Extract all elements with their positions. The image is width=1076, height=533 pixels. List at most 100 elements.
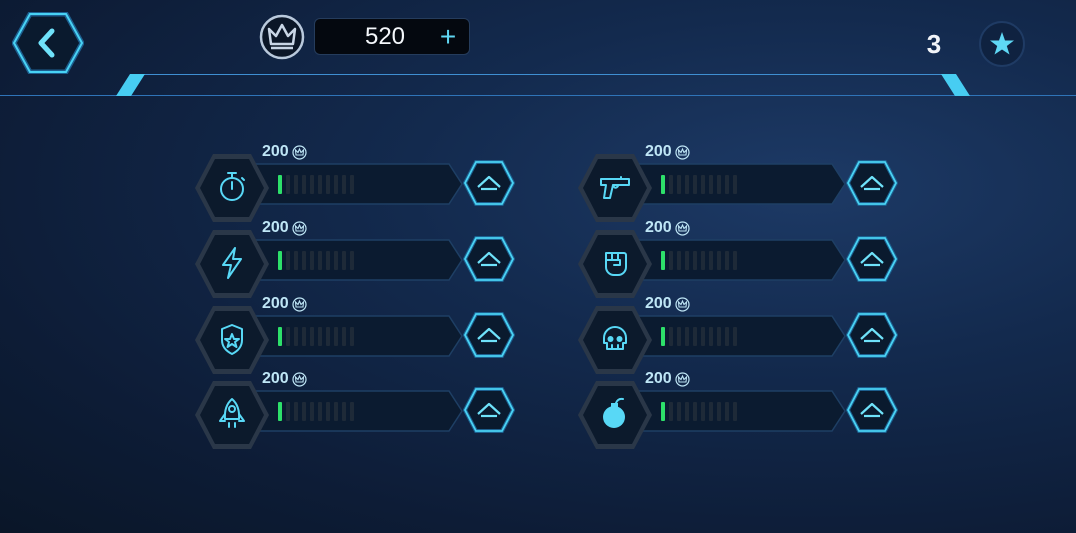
back-button[interactable] [12, 12, 84, 74]
cost-value: 200 [645, 143, 672, 160]
level-segment [334, 175, 338, 194]
level-segment [278, 175, 282, 194]
level-segment [294, 251, 298, 270]
upgrade-row: 200 [193, 370, 515, 453]
crown-icon [292, 296, 307, 312]
level-segment [286, 175, 290, 194]
level-segment [661, 175, 665, 194]
upgrade-button[interactable] [463, 387, 515, 433]
skull-icon [603, 326, 627, 350]
level-segment [334, 327, 338, 346]
level-segment [302, 327, 306, 346]
cost-value: 200 [645, 295, 672, 312]
level-segment [669, 251, 673, 270]
upgrade-button[interactable] [463, 160, 515, 206]
level-progress [661, 251, 737, 270]
upgrade-button[interactable] [846, 312, 898, 358]
upgrade-button[interactable] [846, 236, 898, 282]
level-segment [350, 175, 354, 194]
cost-value: 200 [262, 370, 289, 387]
level-segment [693, 175, 697, 194]
upgrade-cost: 200 [262, 295, 307, 313]
level-segment [693, 402, 697, 421]
level-segment [294, 175, 298, 194]
level-segment [693, 327, 697, 346]
level-segment [350, 402, 354, 421]
level-progress [278, 175, 354, 194]
level-segment [661, 402, 665, 421]
level-segment [733, 402, 737, 421]
star-button[interactable] [978, 20, 1026, 68]
level-segment [302, 175, 306, 194]
level-segment [310, 402, 314, 421]
crown-icon [292, 220, 307, 236]
level-segment [717, 327, 721, 346]
level-segment [709, 251, 713, 270]
upgrade-button[interactable] [463, 236, 515, 282]
level-segment [717, 251, 721, 270]
crown-icon [292, 144, 307, 160]
bomb-icon [603, 397, 625, 428]
currency-value: 520 [364, 23, 406, 50]
level-segment [701, 251, 705, 270]
level-segment [669, 175, 673, 194]
level-segment [342, 175, 346, 194]
upgrade-row: 200 [576, 370, 898, 453]
level-segment [701, 402, 705, 421]
crown-icon [675, 144, 690, 160]
level-segment [677, 251, 681, 270]
level-segment [334, 251, 338, 270]
level-segment [310, 251, 314, 270]
level-segment [342, 327, 346, 346]
upgrade-button[interactable] [846, 160, 898, 206]
level-progress [661, 327, 737, 346]
level-segment [294, 327, 298, 346]
upgrade-button[interactable] [846, 387, 898, 433]
stopwatch-icon [220, 172, 245, 201]
level-segment [278, 251, 282, 270]
level-segment [326, 251, 330, 270]
currency-display: 520 + [314, 18, 470, 55]
level-segment [685, 402, 689, 421]
level-segment [725, 402, 729, 421]
level-segment [677, 327, 681, 346]
level-progress [278, 327, 354, 346]
level-segment [278, 402, 282, 421]
fist-icon [605, 252, 627, 276]
level-progress [661, 175, 737, 194]
level-segment [733, 251, 737, 270]
level-segment [318, 402, 322, 421]
crown-icon [675, 220, 690, 236]
level-segment [677, 175, 681, 194]
level-segment [709, 327, 713, 346]
upgrade-button[interactable] [463, 312, 515, 358]
crown-icon [675, 296, 690, 312]
level-segment [661, 251, 665, 270]
rocket-icon [219, 398, 245, 428]
level-segment [286, 402, 290, 421]
level-segment [334, 402, 338, 421]
level-segment [318, 327, 322, 346]
header-divider [0, 74, 1076, 96]
upgrade-row: 200 [576, 219, 898, 302]
upgrade-row: 200 [576, 143, 898, 226]
level-segment [685, 327, 689, 346]
upgrade-row: 200 [193, 219, 515, 302]
crown-icon [292, 371, 307, 387]
level-segment [318, 175, 322, 194]
level-segment [302, 251, 306, 270]
add-currency-button[interactable]: + [437, 20, 459, 53]
level-segment [701, 175, 705, 194]
upgrade-cost: 200 [645, 143, 690, 161]
upgrade-cost: 200 [262, 219, 307, 237]
level-progress [278, 402, 354, 421]
cost-value: 200 [262, 143, 289, 160]
level-segment [701, 327, 705, 346]
level-segment [709, 175, 713, 194]
stars-count: 3 [926, 29, 942, 59]
level-segment [342, 402, 346, 421]
level-segment [286, 327, 290, 346]
level-segment [278, 327, 282, 346]
level-segment [725, 327, 729, 346]
level-segment [286, 251, 290, 270]
